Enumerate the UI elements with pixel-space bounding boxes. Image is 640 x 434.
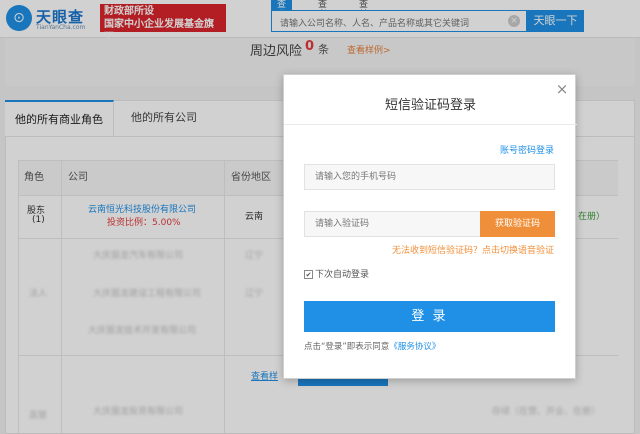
auto-login-checkbox[interactable]: ✔ bbox=[304, 270, 313, 279]
sms-login-modal: 短信验证码登录 × 账号密码登录 请输入您的手机号码 请输入验证码 获取验证码 … bbox=[283, 74, 577, 379]
modal-divider bbox=[284, 124, 577, 125]
phone-field[interactable]: 请输入您的手机号码 bbox=[304, 164, 555, 190]
voice-verify-link[interactable]: 无法收到短信验证码？点击切换语音验证 bbox=[392, 243, 554, 256]
auto-login-option[interactable]: ✔ 下次自动登录 bbox=[304, 267, 369, 280]
login-button[interactable]: 登 录 bbox=[304, 301, 555, 332]
agreement-text: 点击“登录”即表示同意《服务协议》 bbox=[304, 340, 440, 352]
auto-login-label: 下次自动登录 bbox=[315, 270, 370, 280]
modal-title: 短信验证码登录 bbox=[384, 98, 476, 113]
close-icon[interactable]: × bbox=[554, 81, 570, 97]
get-code-button[interactable]: 获取验证码 bbox=[480, 211, 555, 237]
password-login-link[interactable]: 账号密码登录 bbox=[500, 143, 554, 156]
service-agreement-link[interactable]: 《服务协议》 bbox=[389, 342, 440, 352]
agreement-prefix: 点击“登录”即表示同意 bbox=[304, 342, 390, 352]
